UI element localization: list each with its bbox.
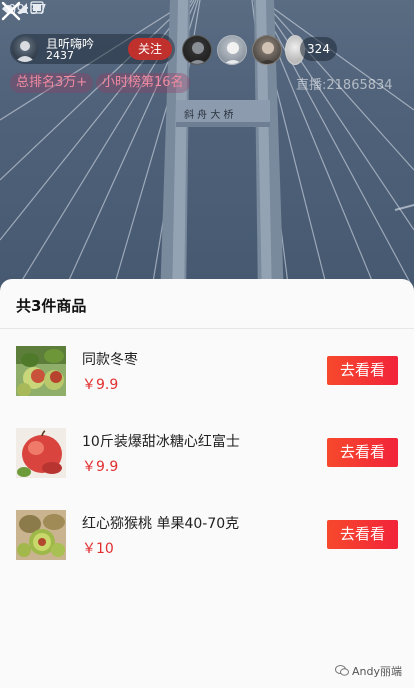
live-video-background: 斜 舟 大 桥 09:37 且听嗨吟 2437 关注 324 总排名3万+ 小时… [0,0,414,300]
kiwi-image [16,510,66,560]
avatar-icon [15,41,35,62]
product-image-apple[interactable] [16,428,66,478]
product-list-sheet: 共3件商品 同款冬枣 ￥9.9 去看看 10斤装爆甜冰糖心红富士 ￥9.9 去看… [0,279,414,688]
product-price: ￥10 [82,541,114,557]
jujube-image [16,346,66,396]
viewer-avatar[interactable] [182,35,212,65]
watermark: Andy丽端 [335,663,402,679]
watermark-text: Andy丽端 [352,665,402,678]
product-price: ￥9.9 [82,459,119,475]
wechat-icon [335,665,349,676]
anchor-info-pill[interactable]: 且听嗨吟 2437 关注 [10,34,175,64]
viewer-avatar-icon [224,42,242,64]
viewer-avatar[interactable] [217,35,247,65]
total-rank-badge[interactable]: 总排名3万+ [10,73,94,93]
sheet-title: 共3件商品 [16,297,87,315]
status-bar: 09:37 [0,0,414,24]
close-icon[interactable] [0,0,22,22]
product-image-kiwi[interactable] [16,510,66,560]
product-item[interactable]: 10斤装爆甜冰糖心红富士 ￥9.9 去看看 [0,428,414,484]
view-product-button[interactable]: 去看看 [327,438,398,467]
product-image-jujube[interactable] [16,346,66,396]
product-price: ￥9.9 [82,377,119,393]
viewer-avatar-icon [189,42,207,64]
product-item[interactable]: 同款冬枣 ￥9.9 去看看 [0,346,414,402]
product-name: 10斤装爆甜冰糖心红富士 [82,434,240,450]
product-name: 红心猕猴桃 单果40-70克 [82,516,240,532]
anchor-fans-count: 2437 [46,49,74,62]
apple-image [16,428,66,478]
divider [0,328,414,329]
viewer-count[interactable]: 324 [300,37,337,61]
hour-rank-badge[interactable]: 小时榜第16名 [96,73,190,93]
svg-text:斜 舟 大 桥: 斜 舟 大 桥 [184,108,234,121]
view-product-button[interactable]: 去看看 [327,520,398,549]
follow-button[interactable]: 关注 [128,38,172,60]
product-item[interactable]: 红心猕猴桃 单果40-70克 ￥10 去看看 [0,510,414,566]
live-room-id: 直播:21865834 [296,78,393,93]
view-product-button[interactable]: 去看看 [327,356,398,385]
viewer-avatar[interactable] [252,35,282,65]
product-name: 同款冬枣 [82,352,138,368]
anchor-avatar[interactable] [12,36,38,62]
viewer-avatar-icon [259,42,277,64]
